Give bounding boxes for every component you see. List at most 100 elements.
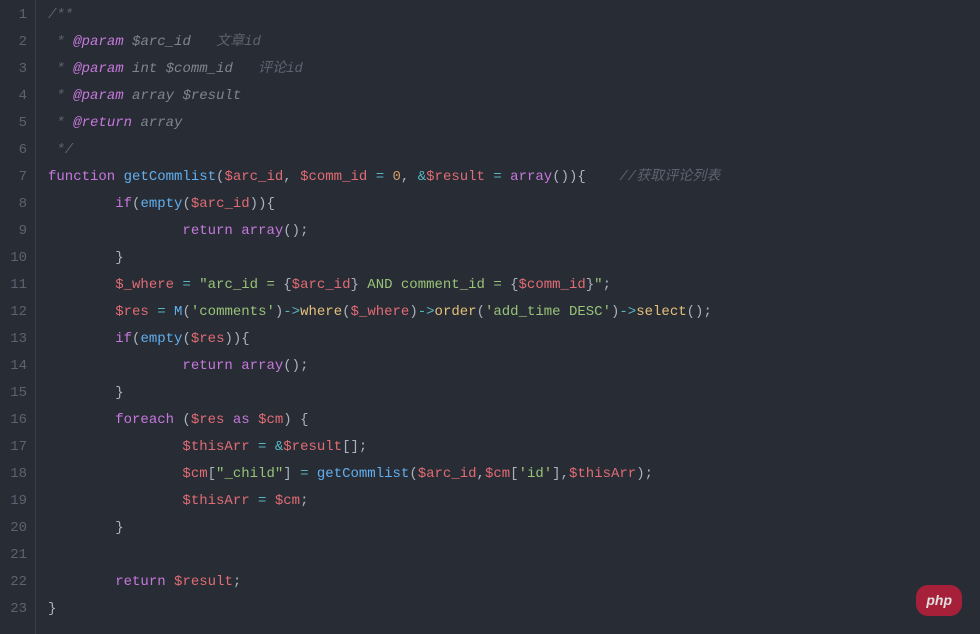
- code-token: 0: [393, 169, 401, 185]
- code-line[interactable]: [48, 542, 980, 569]
- code-token: $arc_id: [132, 34, 191, 50]
- code-token: )){: [224, 331, 249, 347]
- code-token: [115, 169, 123, 185]
- code-token: "arc_id =: [199, 277, 283, 293]
- code-line[interactable]: $cm["_child"] = getCommlist($arc_id,$cm[…: [48, 461, 980, 488]
- code-token: }: [48, 385, 124, 401]
- code-line[interactable]: $thisArr = &$result[];: [48, 434, 980, 461]
- code-token: $result: [283, 439, 342, 455]
- code-token: return: [182, 223, 232, 239]
- php-watermark-icon: php: [916, 585, 962, 616]
- line-number: 21: [0, 542, 27, 569]
- code-token: [250, 439, 258, 455]
- code-token: 'comments': [191, 304, 275, 320]
- code-token: $comm_id: [300, 169, 367, 185]
- code-token: =: [376, 169, 384, 185]
- code-token: $result: [426, 169, 485, 185]
- code-token: $res: [191, 331, 225, 347]
- code-line[interactable]: * @return array: [48, 110, 980, 137]
- code-token: [266, 439, 274, 455]
- code-token: $cm: [258, 412, 283, 428]
- line-number: 8: [0, 191, 27, 218]
- code-line[interactable]: if(empty($res)){: [48, 326, 980, 353]
- code-token: {: [283, 277, 291, 293]
- code-token: (: [182, 196, 190, 212]
- code-token: $_where: [351, 304, 410, 320]
- code-token: (: [342, 304, 350, 320]
- code-token: ;: [603, 277, 611, 293]
- code-line[interactable]: /**: [48, 2, 980, 29]
- code-token: (: [409, 466, 417, 482]
- code-token: $comm_id: [519, 277, 586, 293]
- line-number: 9: [0, 218, 27, 245]
- code-token: =: [157, 304, 165, 320]
- code-line[interactable]: foreach ($res as $cm) {: [48, 407, 980, 434]
- code-token: ): [409, 304, 417, 320]
- code-token: [48, 412, 115, 428]
- code-token: array $result: [132, 88, 241, 104]
- code-token: empty: [140, 331, 182, 347]
- code-line[interactable]: }: [48, 245, 980, 272]
- code-token: )){: [250, 196, 275, 212]
- code-token: foreach: [115, 412, 174, 428]
- code-token: ();: [283, 223, 308, 239]
- code-line[interactable]: }: [48, 380, 980, 407]
- code-token: ->: [283, 304, 300, 320]
- code-line[interactable]: return $result;: [48, 569, 980, 596]
- code-token: 'id': [519, 466, 553, 482]
- code-token: 评论id: [233, 61, 303, 77]
- code-token: ],: [552, 466, 569, 482]
- code-token: [: [510, 466, 518, 482]
- line-number: 16: [0, 407, 27, 434]
- code-token: array: [241, 358, 283, 374]
- code-token: 'add_time DESC': [485, 304, 611, 320]
- code-line[interactable]: $_where = "arc_id = {$arc_id} AND commen…: [48, 272, 980, 299]
- code-token: ();: [283, 358, 308, 374]
- line-number: 14: [0, 353, 27, 380]
- code-line[interactable]: return array();: [48, 353, 980, 380]
- code-token: array: [510, 169, 552, 185]
- code-line[interactable]: $res = M('comments')->where($_where)->or…: [48, 299, 980, 326]
- code-line[interactable]: $thisArr = $cm;: [48, 488, 980, 515]
- code-line[interactable]: */: [48, 137, 980, 164]
- line-number: 22: [0, 569, 27, 596]
- code-token: */: [48, 142, 73, 158]
- line-number-gutter: 1234567891011121314151617181920212223: [0, 0, 36, 634]
- code-token: [];: [342, 439, 367, 455]
- code-token: }: [48, 250, 124, 266]
- code-line[interactable]: function getCommlist($arc_id, $comm_id =…: [48, 164, 980, 191]
- code-token: @param: [73, 34, 123, 50]
- code-token: $cm: [275, 493, 300, 509]
- code-line[interactable]: * @param int $comm_id 评论id: [48, 56, 980, 83]
- code-line[interactable]: return array();: [48, 218, 980, 245]
- code-token: $arc_id: [418, 466, 477, 482]
- code-token: //获取评论列表: [619, 169, 720, 185]
- line-number: 18: [0, 461, 27, 488]
- code-line[interactable]: }: [48, 515, 980, 542]
- line-number: 12: [0, 299, 27, 326]
- code-token: [367, 169, 375, 185]
- code-line[interactable]: * @param array $result: [48, 83, 980, 110]
- code-token: =: [182, 277, 190, 293]
- code-token: as: [233, 412, 250, 428]
- line-number: 13: [0, 326, 27, 353]
- code-token: $cm: [485, 466, 510, 482]
- code-line[interactable]: }: [48, 596, 980, 623]
- code-token: order: [435, 304, 477, 320]
- code-area[interactable]: /** * @param $arc_id 文章id * @param int $…: [36, 0, 980, 634]
- code-token: }: [48, 601, 56, 617]
- code-token: int $comm_id: [132, 61, 233, 77]
- code-token: 文章id: [191, 34, 261, 50]
- code-token: ) {: [283, 412, 308, 428]
- code-token: ;: [233, 574, 241, 590]
- code-line[interactable]: * @param $arc_id 文章id: [48, 29, 980, 56]
- code-token: $arc_id: [191, 196, 250, 212]
- line-number: 2: [0, 29, 27, 56]
- code-line[interactable]: if(empty($arc_id)){: [48, 191, 980, 218]
- code-token: where: [300, 304, 342, 320]
- line-number: 11: [0, 272, 27, 299]
- line-number: 15: [0, 380, 27, 407]
- code-editor[interactable]: 1234567891011121314151617181920212223 /*…: [0, 0, 980, 634]
- code-token: $thisArr: [182, 493, 249, 509]
- code-token: [48, 574, 115, 590]
